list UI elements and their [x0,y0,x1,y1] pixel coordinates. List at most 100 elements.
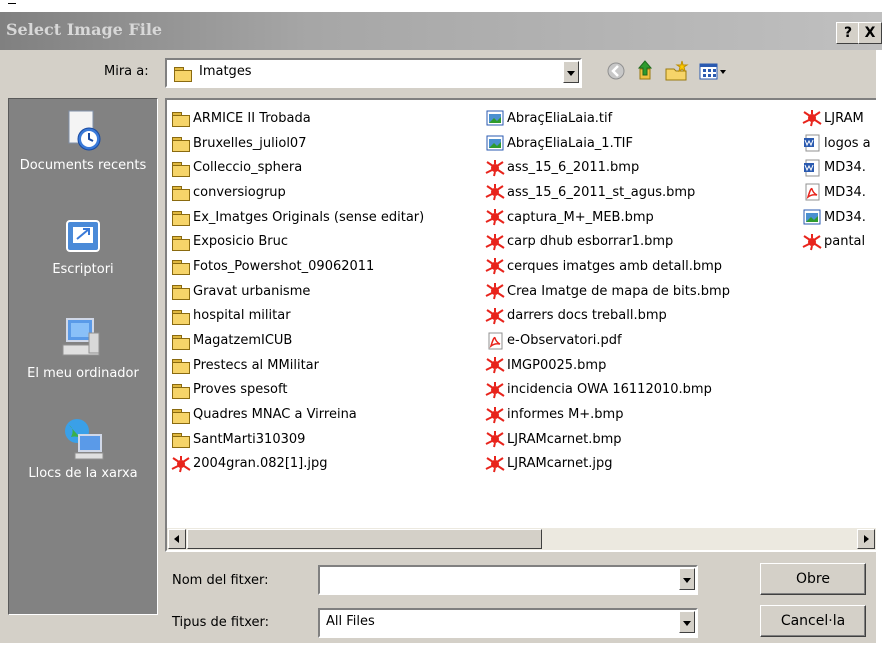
place-network[interactable]: Llocs de la xarxa [9,417,157,483]
view-menu-icon[interactable] [699,63,726,80]
image-file-icon [485,381,505,399]
file-name: MD34. [824,184,866,200]
filename-input[interactable] [318,565,698,595]
folder-item[interactable]: Quadres MNAC a Virreina [171,402,483,427]
recent-documents-icon [68,110,101,151]
folder-item[interactable]: MagatzemICUB [171,328,483,353]
place-label: El meu ordinador [27,366,139,381]
title-bar: Select Image File ? X [0,12,882,50]
filename-dropdown-arrow[interactable] [679,568,695,590]
folder-item[interactable]: Ex_Imatges Originals (sense editar) [171,205,483,230]
file-name: AbraçEliaLaia_1.TIF [507,135,633,151]
file-name: 2004gran.082[1].jpg [193,456,328,472]
file-item[interactable]: LJRAMcarnet.jpg [485,452,800,477]
scroll-thumb[interactable] [187,529,542,549]
file-name: LJRAMcarnet.bmp [507,431,622,447]
my-computer-icon [62,318,100,356]
file-item[interactable]: e-Observatori.pdf [485,328,800,353]
file-item[interactable]: LJRAMcarnet.bmp [485,427,800,452]
file-item[interactable]: MD34. [802,180,876,205]
place-recent-documents[interactable]: Documents recents [9,109,157,175]
folder-item[interactable]: Exposicio Bruc [171,229,483,254]
file-column-2: AbraçEliaLaia.tif AbraçEliaLaia_1.TIF ass_… [485,106,800,476]
file-item[interactable]: darrers docs treball.bmp [485,304,800,329]
file-item[interactable]: ass_15_6_2011.bmp [485,155,800,180]
folder-item[interactable]: conversiogrup [171,180,483,205]
image-file-icon [485,455,505,473]
file-list[interactable]: ARMICE II Trobada Bruxelles_juliol07 Colle… [165,98,878,552]
file-item[interactable]: Crea Imatge de mapa de bits.bmp [485,279,800,304]
folder-icon [171,406,191,424]
scroll-left-button[interactable] [168,529,186,549]
help-button[interactable]: ? [836,22,860,44]
file-item[interactable]: logos a [802,131,876,156]
new-folder-icon[interactable] [665,60,689,81]
image-file-icon [485,307,505,325]
filetype-dropdown-arrow[interactable] [679,611,695,633]
horizontal-scrollbar[interactable] [167,528,876,550]
close-button[interactable]: X [858,22,882,44]
folder-icon [171,307,191,325]
file-name: cerques imatges amb detall.bmp [507,258,723,274]
folder-item[interactable]: ARMICE II Trobada [171,106,483,131]
file-item[interactable]: MD34. [802,155,876,180]
filetype-dropdown[interactable]: All Files [318,608,698,638]
image-file-icon [485,209,505,226]
folder-item[interactable]: Prestecs al MMilitar [171,353,483,378]
folder-item[interactable]: Proves spesoft [171,378,483,403]
file-item[interactable]: captura_M+_MEB.bmp [485,205,800,230]
place-desktop[interactable]: Escriptori [9,217,157,279]
folder-item[interactable]: Colleccio_sphera [171,155,483,180]
file-name: informes M+.bmp [507,407,624,423]
select-image-dialog: Select Image File ? X Mira a: Imatges Do… [0,0,882,651]
file-name: Prestecs al MMilitar [193,357,319,373]
lookin-dropdown-arrow[interactable] [563,61,579,83]
file-item[interactable]: IMGP0025.bmp [485,353,800,378]
image-file-icon [802,233,822,251]
file-item[interactable]: incidencia OWA 16112010.bmp [485,378,800,403]
folder-item[interactable]: SantMarti310309 [171,427,483,452]
file-name: captura_M+_MEB.bmp [507,209,654,225]
up-folder-icon[interactable] [637,60,653,80]
folder-item[interactable]: hospital militar [171,304,483,329]
image-file-icon [485,184,505,201]
file-name: carp dhub esborrar1.bmp [507,234,674,250]
image-file-icon [485,159,505,176]
image-file-icon [485,283,505,300]
folder-item[interactable]: Bruxelles_juliol07 [171,131,483,156]
folder-icon [173,64,193,82]
folder-icon [171,233,191,251]
file-item[interactable]: carp dhub esborrar1.bmp [485,229,800,254]
file-item[interactable]: LJRAM [802,106,876,131]
file-item[interactable]: AbraçEliaLaia.tif [485,106,800,131]
file-item[interactable]: 2004gran.082[1].jpg [171,452,483,477]
file-item[interactable]: cerques imatges amb detall.bmp [485,254,800,279]
file-item[interactable]: AbraçEliaLaia_1.TIF [485,131,800,156]
file-item[interactable]: informes M+.bmp [485,402,800,427]
image-file-icon [485,406,505,423]
lookin-dropdown[interactable]: Imatges [165,58,582,88]
file-name: IMGP0025.bmp [507,357,607,373]
file-item[interactable]: MD34. [802,205,876,230]
open-button[interactable]: Obre [760,563,866,595]
folder-item[interactable]: Gravat urbanisme [171,279,483,304]
places-sidebar: Documents recents Escriptori El meu ordi… [8,98,158,615]
file-name: darrers docs treball.bmp [507,308,667,324]
folder-item[interactable]: Fotos_Powershot_09062011 [171,254,483,279]
image-file-icon [485,258,505,275]
place-my-computer[interactable]: El meu ordinador [9,317,157,383]
pdf-file-icon [805,183,820,201]
file-item[interactable]: ass_15_6_2011_st_agus.bmp [485,180,800,205]
place-label: Escriptori [52,262,114,277]
file-name: LJRAM [824,110,864,126]
file-name: Crea Imatge de mapa de bits.bmp [507,283,730,299]
file-name: Colleccio_sphera [193,160,303,176]
network-places-icon [65,419,104,460]
scroll-right-button[interactable] [857,529,875,549]
back-icon[interactable] [607,62,625,80]
folder-icon [171,257,191,276]
file-item[interactable]: pantal [802,229,876,254]
cancel-button[interactable]: Cancel·la [760,605,866,637]
file-name: logos a [824,135,871,151]
file-name: ARMICE II Trobada [193,110,311,126]
